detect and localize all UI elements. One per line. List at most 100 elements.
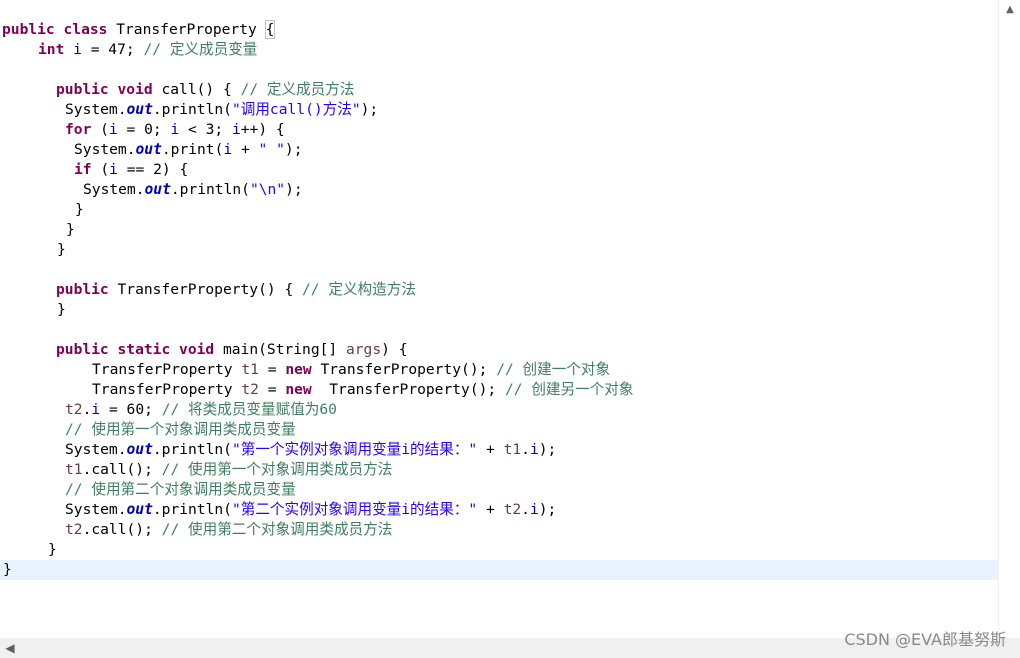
vertical-scrollbar[interactable]: ▲: [998, 0, 1020, 638]
field-ref: i: [108, 121, 118, 138]
local-var: t1: [503, 441, 522, 458]
code-text: .call();: [82, 461, 162, 478]
field-ref: i: [231, 121, 241, 138]
code-text: +: [477, 441, 504, 458]
code-text: .print(: [161, 141, 224, 158]
code-line-26: t2.call(); // 使用第二个对象调用类成员方法: [65, 520, 998, 540]
code-text: );: [285, 181, 303, 198]
keyword: void: [117, 81, 153, 98]
code-text: = 47;: [81, 41, 144, 58]
code-line-9: System.out.println("\n");: [83, 180, 998, 200]
code-editor[interactable]: public class TransferProperty { int i = …: [0, 0, 998, 638]
code-text: System.: [74, 141, 136, 158]
local-var: t2: [65, 401, 83, 418]
code-text: = 60;: [100, 401, 162, 418]
code-line-4: public void call() { // 定义成员方法: [56, 80, 998, 100]
keyword: new: [285, 381, 312, 398]
code-line-27: }: [48, 540, 998, 560]
code-text: .println(: [170, 181, 250, 198]
comment: // 使用第一个对象调用类成员变量: [65, 421, 296, 438]
string-literal: "第二个实例对象调用变量i的结果：": [231, 501, 478, 518]
string-literal: "调用call()方法": [231, 101, 361, 118]
static-field: out: [144, 181, 171, 198]
code-text: == 2) {: [117, 161, 189, 178]
code-text: System.: [65, 441, 127, 458]
local-var: t2: [65, 521, 83, 538]
code-line-15: }: [57, 300, 998, 320]
comment: // 创建一个对象: [496, 361, 611, 378]
code-text: .println(: [152, 101, 232, 118]
code-text: .call();: [82, 521, 162, 538]
static-field: out: [126, 501, 153, 518]
code-line-25: System.out.println("第二个实例对象调用变量i的结果：" + …: [65, 500, 998, 520]
code-line-5: System.out.println("调用call()方法");: [65, 100, 998, 120]
keyword: class: [63, 21, 108, 38]
close-brace: }: [66, 221, 75, 238]
code-line-2: int i = 47; // 定义成员变量: [38, 40, 998, 60]
code-line-1: public class TransferProperty {: [2, 20, 998, 40]
watermark: CSDN @EVA郎基努斯: [844, 630, 1006, 649]
code-line-23: t1.call(); // 使用第一个对象调用类成员方法: [65, 460, 998, 480]
keyword: public: [56, 281, 109, 298]
local-var: t1: [65, 461, 83, 478]
local-var: t2: [241, 381, 259, 398]
code-line-21: // 使用第一个对象调用类成员变量: [65, 420, 998, 440]
static-field: out: [126, 101, 153, 118]
code-line-18: TransferProperty t1 = new TransferProper…: [92, 360, 998, 380]
comment: // 定义成员变量: [143, 41, 258, 58]
field-ref: i: [529, 441, 539, 458]
string-literal: "\n": [249, 181, 286, 198]
class-name: TransferProperty: [107, 21, 266, 38]
code-line-20: t2.i = 60; // 将类成员变量赋值为60: [65, 400, 998, 420]
code-text: =: [258, 361, 286, 378]
code-line-14: public TransferProperty() { // 定义构造方法: [56, 280, 998, 300]
code-line-10: }: [75, 200, 998, 220]
close-brace: }: [3, 561, 12, 578]
keyword: for: [65, 121, 92, 138]
code-line-12: }: [57, 240, 998, 260]
code-text: < 3;: [179, 121, 232, 138]
code-line-22: System.out.println("第一个实例对象调用变量i的结果：" + …: [65, 440, 998, 460]
keyword: static: [117, 341, 171, 358]
code-text: );: [284, 141, 303, 158]
field-ref: i: [529, 501, 539, 518]
code-line-19: TransferProperty t2 = new TransferProper…: [92, 380, 998, 400]
code-line-28: }: [0, 560, 998, 580]
field-ref: i: [91, 401, 101, 418]
code-text: TransferProperty() {: [108, 281, 303, 298]
local-var: t2: [503, 501, 522, 518]
close-brace: }: [57, 301, 66, 318]
comment: // 使用第二个对象调用类成员方法: [161, 521, 393, 538]
code-text: TransferProperty: [92, 361, 242, 378]
code-text: TransferProperty();: [311, 361, 497, 378]
comment: // 使用第一个对象调用类成员方法: [161, 461, 393, 478]
local-var: t1: [241, 361, 259, 378]
scroll-up-icon[interactable]: ▲: [999, 0, 1020, 20]
code-line-17: public static void main(String[] args) {: [56, 340, 998, 360]
code-text: TransferProperty: [92, 381, 242, 398]
code-line-24: // 使用第二个对象调用类成员变量: [65, 480, 998, 500]
keyword: public: [56, 81, 109, 98]
code-text: (: [91, 121, 109, 138]
code-text: .println(: [152, 501, 232, 518]
keyword: int: [38, 41, 65, 58]
code-text: .println(: [152, 441, 232, 458]
field-ref: i: [73, 41, 82, 58]
keyword: if: [74, 161, 92, 178]
code-text: = 0;: [117, 121, 171, 138]
static-field: out: [135, 141, 162, 158]
code-line-7: System.out.print(i + " ");: [74, 140, 998, 160]
code-text: );: [538, 501, 557, 518]
code-text: main(String[]: [214, 341, 346, 358]
code-text: System.: [65, 501, 127, 518]
code-text: +: [477, 501, 504, 518]
keyword: public: [56, 341, 109, 358]
code-text: ++) {: [240, 121, 285, 138]
comment: // 创建另一个对象: [504, 381, 634, 398]
code-text: );: [360, 101, 379, 118]
code-line-11: }: [66, 220, 998, 240]
code-text: =: [258, 381, 286, 398]
code-text: System.: [83, 181, 145, 198]
scroll-left-icon[interactable]: ◀: [2, 638, 18, 658]
local-var: args: [345, 341, 382, 358]
